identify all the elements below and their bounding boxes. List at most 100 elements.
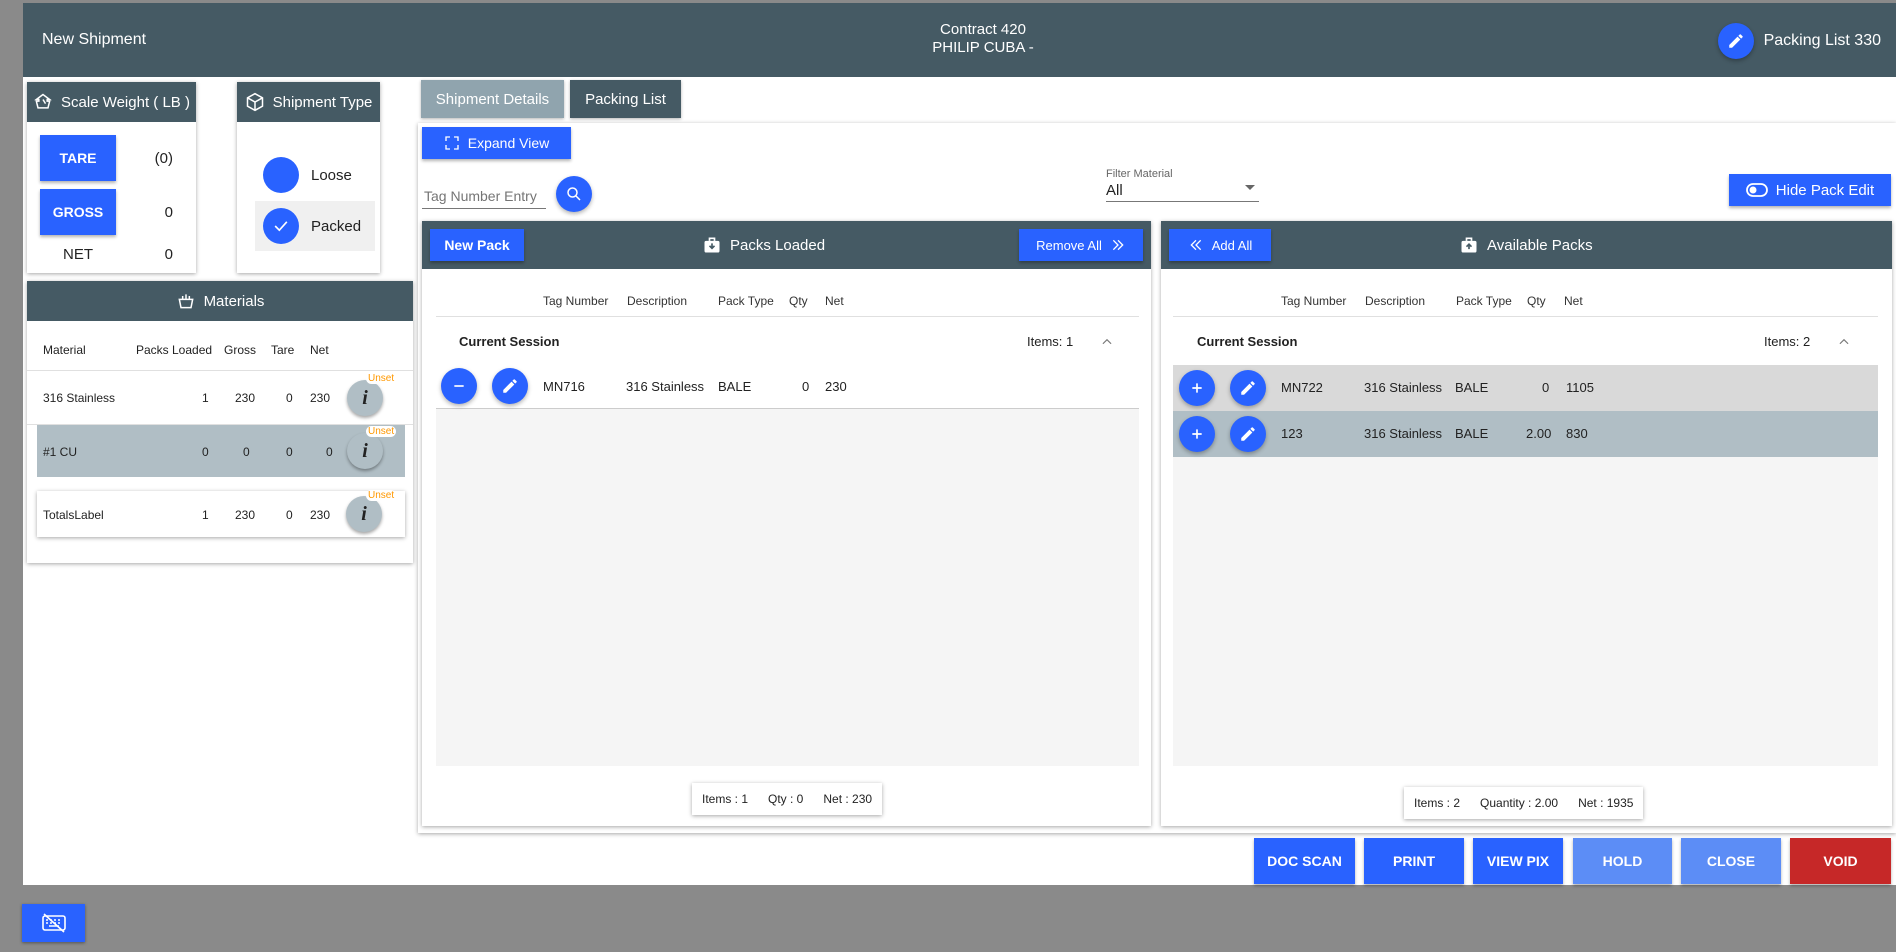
session-count: Items: 2: [1764, 334, 1811, 349]
keyboard-off-icon: [41, 913, 66, 933]
loose-radio[interactable]: [263, 157, 299, 193]
material-name: #1 CU: [43, 445, 78, 459]
toggle-icon: [1745, 183, 1768, 197]
view-pix-button[interactable]: VIEW PIX: [1473, 838, 1563, 884]
chevron-up-icon[interactable]: [1837, 335, 1851, 349]
totals-label: TotalsLabel: [43, 508, 104, 522]
table-row[interactable]: MN722 316 Stainless BALE 0 1105: [1173, 365, 1878, 411]
doc-scan-label: DOC SCAN: [1267, 853, 1342, 869]
material-row[interactable]: 316 Stainless 1 230 0 230 i Unset: [27, 371, 413, 425]
print-label: PRINT: [1393, 853, 1435, 869]
col-gross: Gross: [224, 343, 257, 357]
gross-button[interactable]: GROSS: [40, 189, 116, 235]
basket-icon: [177, 294, 194, 309]
pack-tag: MN722: [1281, 380, 1323, 395]
session-group-header[interactable]: Current Session Items: 2: [1173, 317, 1878, 365]
hold-button[interactable]: HOLD: [1573, 838, 1672, 884]
hide-pack-edit-button[interactable]: Hide Pack Edit: [1729, 174, 1891, 206]
box-icon: [246, 92, 263, 112]
packed-radio[interactable]: [263, 208, 299, 244]
packed-option[interactable]: Packed: [255, 201, 375, 251]
minus-icon: [454, 385, 464, 387]
filter-material-select[interactable]: Filter Material All: [1106, 168, 1259, 202]
package-down-icon: [704, 237, 720, 253]
expand-view-button[interactable]: Expand View: [422, 127, 571, 159]
available-packs-list: Tag Number Description Pack Type Qty Net…: [1173, 283, 1878, 766]
close-button[interactable]: CLOSE: [1681, 838, 1781, 884]
edit-pack-button[interactable]: [1230, 370, 1266, 406]
table-row[interactable]: MN716 316 Stainless BALE 0 230: [436, 365, 1139, 409]
search-button[interactable]: [556, 176, 592, 212]
session-label: Current Session: [1197, 334, 1298, 349]
tag-number-input[interactable]: [422, 183, 546, 209]
totals-gross: 230: [235, 508, 256, 522]
tab-packing-list[interactable]: Packing List: [570, 80, 681, 118]
page-title: New Shipment: [42, 31, 147, 48]
session-label: Current Session: [459, 334, 560, 349]
unset-badge: Unset: [366, 490, 397, 501]
doc-scan-button[interactable]: DOC SCAN: [1254, 838, 1355, 884]
material-gross: 230: [235, 391, 256, 405]
pencil-icon: [1241, 381, 1255, 395]
col-description: Description: [1365, 294, 1426, 308]
contract-number: Contract 420: [940, 21, 1026, 38]
pack-qty: 2.00: [1526, 426, 1552, 441]
edit-pack-button[interactable]: [492, 368, 528, 404]
scale-icon: [34, 93, 52, 109]
tare-button[interactable]: TARE: [40, 135, 116, 181]
remove-all-button[interactable]: Remove All: [1019, 229, 1143, 261]
col-net: Net: [1564, 294, 1583, 308]
col-net: Net: [310, 343, 329, 357]
app-window: New Shipment Contract 420 PHILIP CUBA - …: [23, 3, 1896, 885]
loose-option[interactable]: Loose: [255, 150, 375, 200]
pack-type: BALE: [1455, 380, 1489, 395]
unset-badge: Unset: [366, 373, 397, 384]
keyboard-toggle-button[interactable]: [22, 904, 85, 942]
edit-packing-list-button[interactable]: [1717, 23, 1754, 59]
edit-pack-button[interactable]: [1230, 416, 1266, 452]
summary-net: Net : 230: [823, 792, 873, 806]
scale-weight-card: Scale Weight ( LB ) TARE (0) GROSS 0 NET…: [27, 82, 196, 273]
search-icon: [567, 187, 581, 201]
pencil-icon: [1241, 427, 1255, 441]
pack-tag: 123: [1281, 426, 1303, 441]
info-icon[interactable]: i: [346, 496, 382, 532]
totals-row: TotalsLabel 1 230 0 230 i Unset: [37, 490, 405, 537]
void-button[interactable]: VOID: [1790, 838, 1891, 884]
table-row[interactable]: 123 316 Stainless BALE 2.00 830: [1173, 411, 1878, 457]
totals-net: 230: [310, 508, 331, 522]
available-packs-title: Available Packs: [1487, 236, 1593, 254]
new-pack-label: New Pack: [444, 237, 510, 253]
net-label: NET: [63, 245, 93, 263]
chevron-up-icon[interactable]: [1100, 335, 1114, 349]
material-row[interactable]: #1 CU 0 0 0 0 i Unset: [37, 425, 405, 477]
material-net: 230: [310, 391, 331, 405]
view-pix-label: VIEW PIX: [1486, 853, 1550, 869]
gross-value: 0: [164, 203, 173, 221]
summary-net: Net : 1935: [1578, 796, 1634, 810]
add-pack-button[interactable]: [1179, 370, 1215, 406]
tab-shipment-details[interactable]: Shipment Details: [421, 80, 564, 118]
available-column-headers: Tag Number Description Pack Type Qty Net: [1173, 283, 1878, 317]
add-all-button[interactable]: Add All: [1169, 229, 1271, 261]
pencil-icon: [503, 379, 517, 393]
available-packs-header: Add All Available Packs: [1161, 221, 1892, 269]
info-icon[interactable]: i: [347, 433, 383, 469]
double-chevron-left-icon: [1190, 239, 1201, 251]
session-group-header[interactable]: Current Session Items: 1: [436, 317, 1139, 365]
material-tare: 0: [286, 445, 293, 459]
print-button[interactable]: PRINT: [1364, 838, 1464, 884]
pack-net: 830: [1566, 426, 1588, 441]
pack-net: 230: [825, 379, 847, 394]
tab-packing-list-label: Packing List: [585, 90, 666, 108]
add-pack-button[interactable]: [1179, 416, 1215, 452]
remove-pack-button[interactable]: [441, 368, 477, 404]
info-icon[interactable]: i: [347, 380, 383, 416]
top-bar: New Shipment Contract 420 PHILIP CUBA - …: [23, 3, 1896, 77]
new-pack-button[interactable]: New Pack: [430, 229, 524, 261]
col-material: Material: [43, 343, 86, 357]
totals-tare: 0: [286, 508, 293, 522]
col-qty: Qty: [1527, 294, 1546, 308]
pack-description: 316 Stainless: [1364, 380, 1443, 395]
pack-description: 316 Stainless: [626, 379, 705, 394]
